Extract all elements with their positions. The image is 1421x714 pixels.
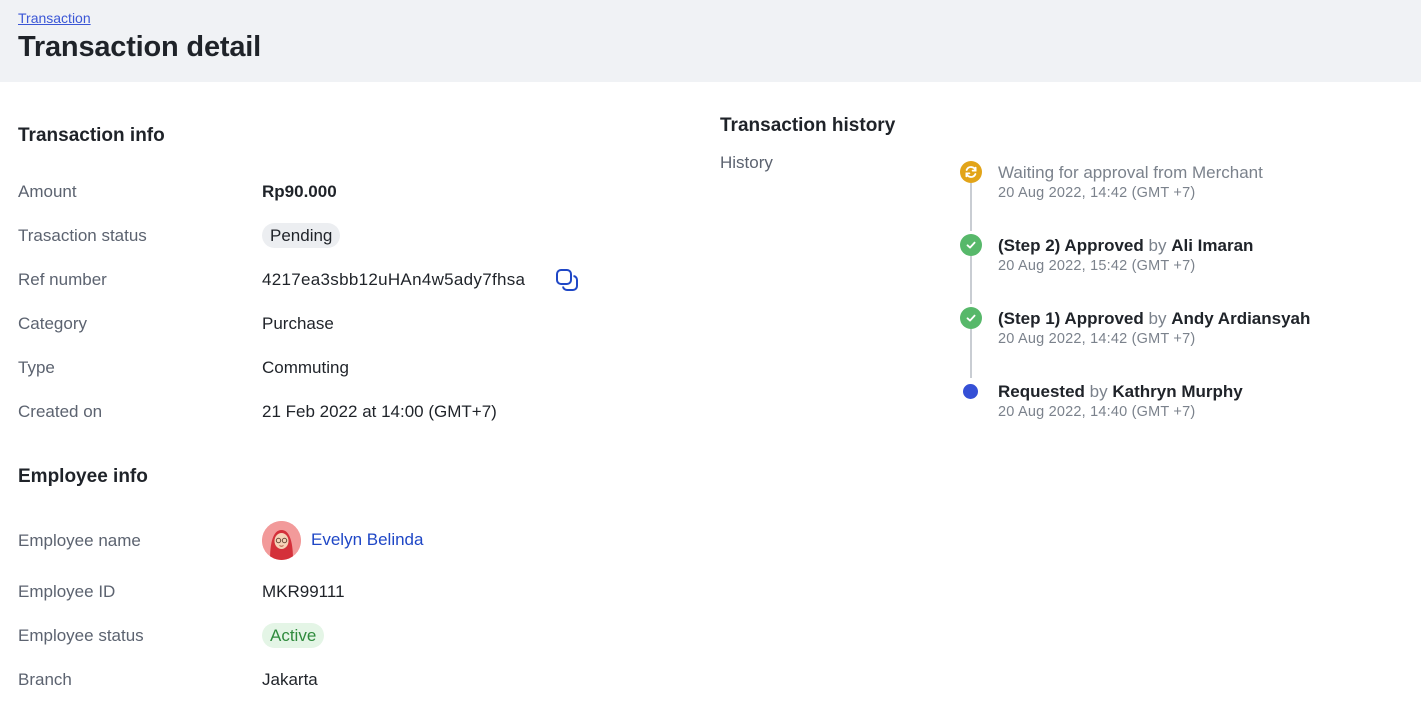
history-action: Requested	[998, 382, 1085, 401]
employee-status-label: Employee status	[18, 626, 144, 645]
page-header: Transaction Transaction detail	[0, 0, 1421, 82]
history-event-time: 20 Aug 2022, 14:42 (GMT +7)	[998, 331, 1196, 347]
dot-icon	[963, 384, 978, 399]
history-event-time: 20 Aug 2022, 14:40 (GMT +7)	[998, 404, 1196, 420]
employee-info-title: Employee info	[18, 466, 148, 487]
breadcrumb-transaction[interactable]: Transaction	[18, 10, 91, 26]
page-title: Transaction detail	[18, 31, 261, 63]
history-event-waiting: Waiting for approval from Merchant	[998, 163, 1263, 182]
employee-id-value: MKR99111	[262, 582, 345, 601]
type-value: Commuting	[262, 358, 349, 377]
check-icon	[960, 234, 982, 256]
timeline-connector	[970, 329, 972, 378]
transaction-status-label: Trasaction status	[18, 226, 147, 245]
sync-icon	[960, 161, 982, 183]
history-by: by	[1148, 309, 1167, 328]
category-value: Purchase	[262, 314, 334, 333]
timeline-connector	[970, 256, 972, 304]
ref-number-label: Ref number	[18, 270, 107, 289]
history-event-requested: Requested by Kathryn Murphy	[998, 382, 1243, 402]
history-action: (Step 2) Approved	[998, 236, 1144, 255]
history-event-approved-step2: (Step 2) Approved by Ali Imaran	[998, 236, 1253, 256]
history-label: History	[720, 153, 773, 172]
employee-id-label: Employee ID	[18, 582, 116, 601]
history-actor: Kathryn Murphy	[1112, 382, 1243, 401]
history-by: by	[1148, 236, 1167, 255]
branch-value: Jakarta	[262, 670, 318, 689]
employee-name-link[interactable]: Evelyn Belinda	[311, 530, 423, 550]
history-event-time: 20 Aug 2022, 15:42 (GMT +7)	[998, 258, 1196, 274]
history-event-time: 20 Aug 2022, 14:42 (GMT +7)	[998, 185, 1196, 201]
transaction-history-title: Transaction history	[720, 115, 896, 136]
history-event-approved-step1: (Step 1) Approved by Andy Ardiansyah	[998, 309, 1310, 329]
avatar	[262, 521, 301, 560]
transaction-info-title: Transaction info	[18, 125, 165, 146]
amount-label: Amount	[18, 182, 77, 201]
type-label: Type	[18, 358, 55, 377]
category-label: Category	[18, 314, 87, 333]
transaction-status-badge: Pending	[262, 223, 341, 248]
ref-number-value: 4217ea3sbb12uHAn4w5ady7fhsa	[262, 270, 526, 289]
check-icon	[960, 307, 982, 329]
employee-status-badge: Active	[262, 623, 325, 648]
history-actor: Andy Ardiansyah	[1171, 309, 1311, 328]
timeline-connector	[970, 183, 972, 231]
created-on-label: Created on	[18, 402, 103, 421]
copy-icon[interactable]	[555, 268, 579, 292]
created-on-value: 21 Feb 2022 at 14:00 (GMT+7)	[262, 402, 497, 421]
employee-name-label: Employee name	[18, 531, 141, 550]
amount-value: Rp90.000	[262, 182, 337, 201]
history-actor: Ali Imaran	[1171, 236, 1254, 255]
history-by: by	[1089, 382, 1108, 401]
history-action: (Step 1) Approved	[998, 309, 1144, 328]
branch-label: Branch	[18, 670, 72, 689]
